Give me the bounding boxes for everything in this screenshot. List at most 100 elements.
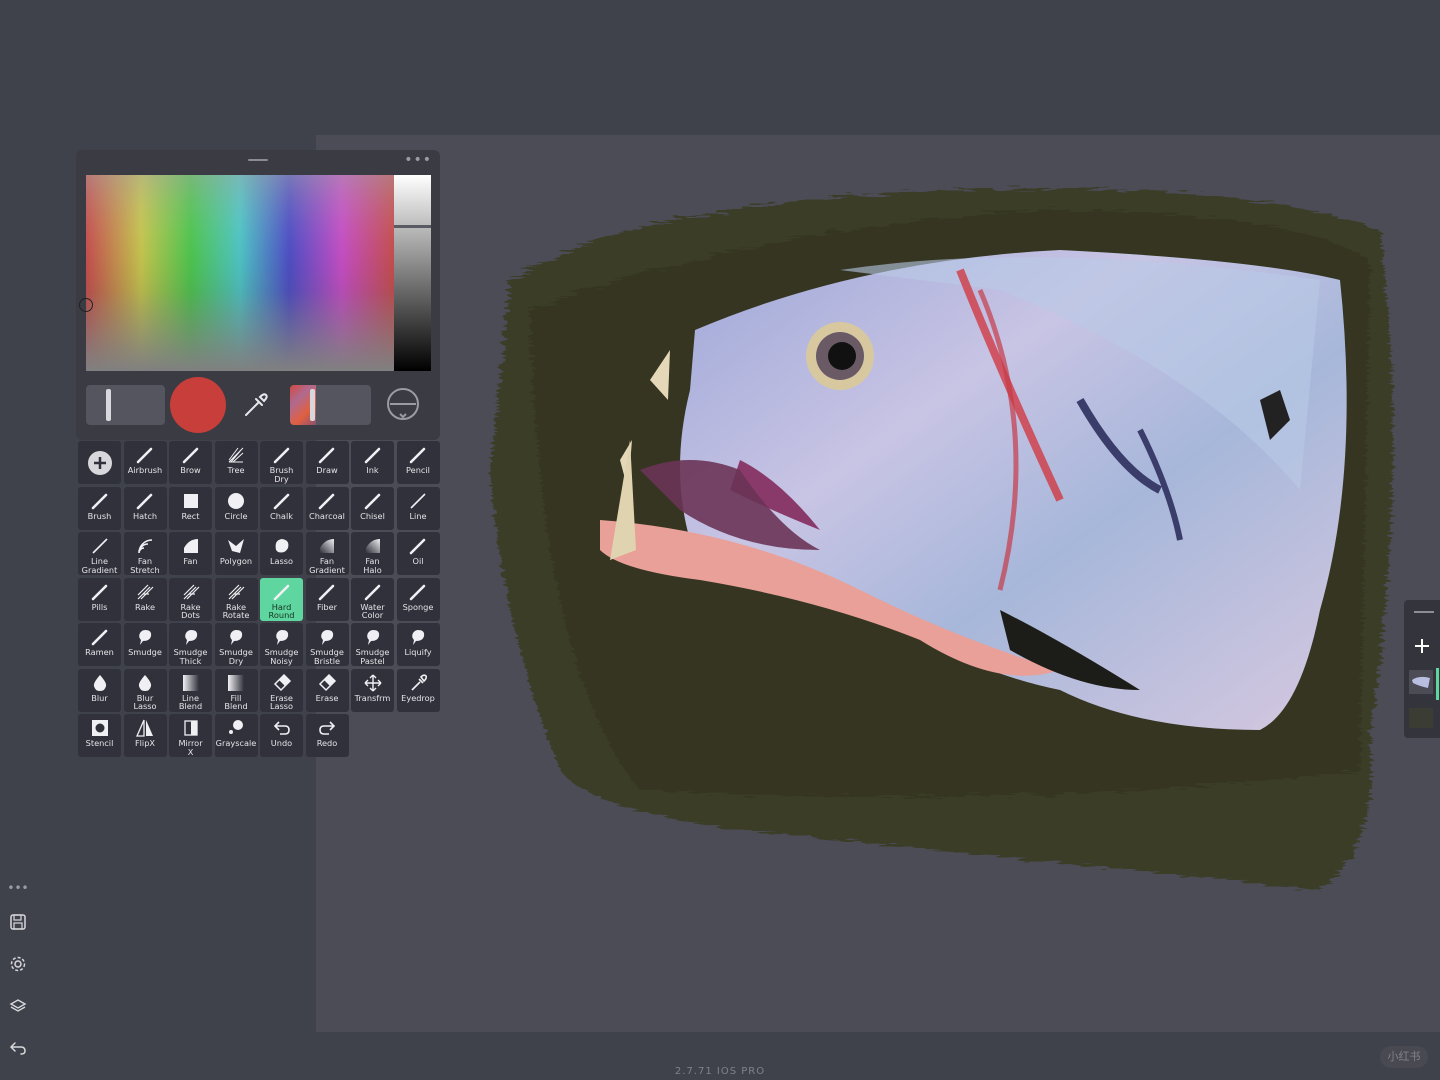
tool-label: Rake Rotate xyxy=(222,601,250,621)
tool-chisel[interactable]: Chisel xyxy=(351,486,394,530)
brush-opacity-knob[interactable] xyxy=(310,389,315,421)
settings-gear-icon[interactable] xyxy=(6,952,30,976)
save-icon[interactable] xyxy=(6,910,30,934)
tool-sponge[interactable]: Sponge xyxy=(396,577,440,621)
tool-draw[interactable]: Draw xyxy=(305,441,349,484)
layer-thumbnail-fish[interactable] xyxy=(1409,670,1433,694)
back-icon[interactable] xyxy=(6,1036,30,1060)
layer-thumbnail-background[interactable] xyxy=(1409,708,1433,728)
tool-blur-lasso[interactable]: Blur Lasso xyxy=(123,668,167,712)
hue-saturation-picker[interactable] xyxy=(79,175,394,371)
luminance-marker[interactable] xyxy=(394,225,431,228)
tool-ink[interactable]: Ink xyxy=(351,441,394,484)
tool-rake-rotate[interactable]: Rake Rotate xyxy=(214,577,258,621)
tool-oil[interactable]: Oil xyxy=(396,532,440,575)
tool-line-gradient[interactable]: Line Gradient xyxy=(78,532,121,575)
tool-label: Liquify xyxy=(404,647,432,657)
tool-label: Hard Round xyxy=(268,601,295,621)
tool-smudge-dry[interactable]: Smudge Dry xyxy=(214,623,258,666)
add-layer-icon[interactable] xyxy=(1410,634,1434,658)
tool-transfrm[interactable]: Transfrm xyxy=(351,668,394,712)
lasso-icon xyxy=(272,535,292,557)
tool-grayscale[interactable]: Grayscale xyxy=(214,714,258,757)
tool-fiber[interactable]: Fiber xyxy=(305,577,349,621)
tool-label: Eyedrop xyxy=(401,692,435,703)
tool-hatch[interactable]: Hatch xyxy=(123,486,167,530)
tool-label: Smudge xyxy=(128,647,162,657)
tool-rake-dots[interactable]: Rake Dots xyxy=(169,577,212,621)
picker-cursor[interactable] xyxy=(79,298,93,312)
color-wheel-toggle-icon[interactable] xyxy=(386,387,420,421)
tool-erase[interactable]: Erase xyxy=(305,668,349,712)
tool-label: Pills xyxy=(91,601,108,612)
current-color-swatch[interactable] xyxy=(170,377,226,433)
tool-pencil[interactable]: Pencil xyxy=(396,441,440,484)
panel-more-button[interactable]: ••• xyxy=(404,152,432,168)
tool-chalk[interactable]: Chalk xyxy=(260,486,303,530)
tool-label: Mirror X xyxy=(178,738,203,757)
tool-blur[interactable]: Blur xyxy=(78,668,121,712)
tool-mirror-x[interactable]: Mirror X xyxy=(169,714,212,757)
tool-circle[interactable]: Circle xyxy=(214,486,258,530)
tool-fan-gradient[interactable]: Fan Gradient xyxy=(305,532,349,575)
panel-grab-handle[interactable] xyxy=(248,159,268,161)
app-version: 2.7.71 IOS PRO xyxy=(674,1066,766,1077)
move-icon xyxy=(363,672,383,694)
tool-undo[interactable]: Undo xyxy=(260,714,303,757)
tool-smudge-noisy[interactable]: Smudge Noisy xyxy=(260,623,303,666)
rake-icon xyxy=(181,581,201,603)
tool-erase-lasso[interactable]: Erase Lasso xyxy=(260,668,303,712)
tool-smudge-pastel[interactable]: Smudge Pastel xyxy=(351,623,394,666)
tool-smudge[interactable]: Smudge xyxy=(123,623,167,666)
tool-redo[interactable]: Redo xyxy=(305,714,349,757)
tool-label: Ink xyxy=(366,465,379,475)
luminance-slider[interactable] xyxy=(394,175,431,371)
eyedropper-icon[interactable] xyxy=(238,388,272,422)
tool-polygon[interactable]: Polygon xyxy=(214,532,258,575)
pen-icon xyxy=(317,581,337,603)
tool-line-blend[interactable]: Line Blend xyxy=(169,668,212,712)
tool-brush[interactable]: Brush xyxy=(78,486,121,530)
tool-pills[interactable]: Pills xyxy=(78,577,121,621)
tool-label: Draw xyxy=(316,465,338,475)
tool-liquify[interactable]: Liquify xyxy=(396,623,440,666)
tool-tree[interactable]: Tree xyxy=(214,441,258,484)
tool-label: Erase xyxy=(315,692,339,703)
tool-smudge-thick[interactable]: Smudge Thick xyxy=(169,623,212,666)
tool-fan-halo[interactable]: Fan Halo xyxy=(351,532,394,575)
tool-label: Smudge Dry xyxy=(219,647,253,666)
tool-ramen[interactable]: Ramen xyxy=(78,623,121,666)
layers-icon[interactable] xyxy=(6,994,30,1018)
layers-strip-handle[interactable] xyxy=(1414,611,1434,613)
tool-stencil[interactable]: Stencil xyxy=(78,714,121,757)
tool-label: Ramen xyxy=(85,647,114,657)
tool-label: Rake xyxy=(134,601,155,612)
tool-hard-round[interactable]: Hard Round xyxy=(260,577,303,621)
tool-rake[interactable]: Rake xyxy=(123,577,167,621)
tool-label: Blur xyxy=(91,692,108,703)
pen-icon xyxy=(135,490,155,512)
tool-label: Smudge Noisy xyxy=(264,647,299,666)
tool-fill-blend[interactable]: Fill Blend xyxy=(214,668,258,712)
tool-lasso[interactable]: Lasso xyxy=(260,532,303,575)
tool-label: Smudge Pastel xyxy=(355,647,390,666)
tool-rect[interactable]: Rect xyxy=(169,486,212,530)
tool-fan[interactable]: Fan xyxy=(169,532,212,575)
left-more-button[interactable]: ••• xyxy=(6,876,30,900)
tool-brush-dry[interactable]: Brush Dry xyxy=(260,441,303,484)
tool-add-brush[interactable] xyxy=(78,441,121,484)
pen-icon xyxy=(90,626,110,648)
tool-airbrush[interactable]: Airbrush xyxy=(123,441,167,484)
tool-eyedrop[interactable]: Eyedrop xyxy=(396,668,440,712)
brush-opacity-slider[interactable] xyxy=(290,385,371,425)
tool-water-color[interactable]: Water Color xyxy=(351,577,394,621)
tool-flipx[interactable]: FlipX xyxy=(123,714,167,757)
redo-icon xyxy=(317,717,337,739)
brush-size-slider[interactable] xyxy=(86,385,165,425)
tool-brow[interactable]: Brow xyxy=(169,441,212,484)
tool-fan-stretch[interactable]: Fan Stretch xyxy=(123,532,167,575)
brush-size-knob[interactable] xyxy=(106,389,111,421)
tool-line[interactable]: Line xyxy=(396,486,440,530)
tool-charcoal[interactable]: Charcoal xyxy=(305,486,349,530)
tool-smudge-bristle[interactable]: Smudge Bristle xyxy=(305,623,349,666)
